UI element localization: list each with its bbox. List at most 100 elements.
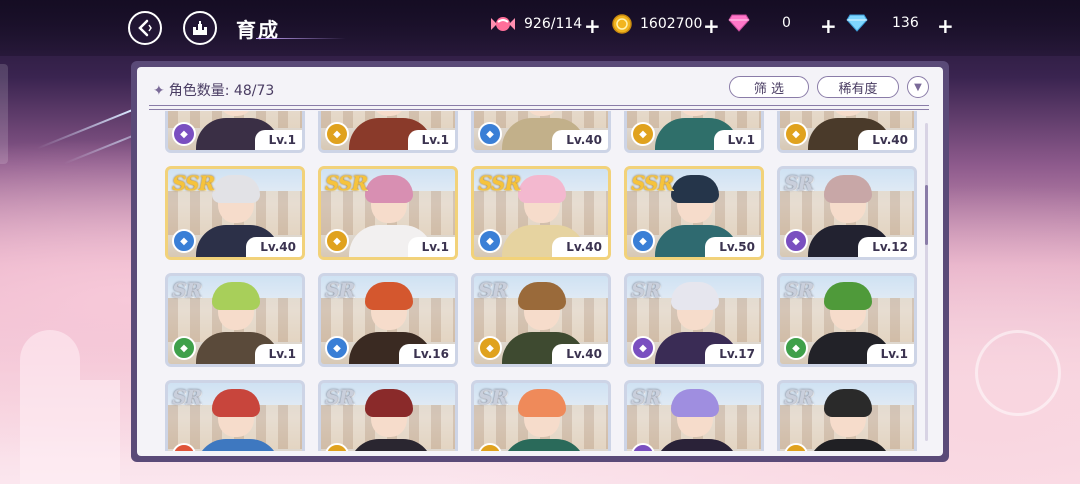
blue-gem-counter: 136 [846,14,919,32]
level-label: Lv.16 [399,344,455,364]
home-button[interactable] [183,11,217,45]
green-element-icon: ◆ [172,336,196,360]
character-card[interactable]: ◆ Lv.40 [471,111,611,153]
character-card[interactable]: SSR ◆ Lv.50 [624,166,764,260]
blue-element-icon: ◆ [478,229,502,253]
sparkle-icon: ✦ [153,83,165,99]
rarity-badge: SR [784,171,814,195]
level-label: Lv.17 [705,344,761,364]
rarity-badge: SR [172,278,202,302]
blue-gem-value: 136 [892,15,919,31]
coin-add-button[interactable]: + [703,14,720,38]
character-count-label: 角色数量: [168,83,230,99]
level-label: Lv.50 [705,237,761,257]
coin-counter: 1602700 [612,14,702,34]
gold-element-icon: ◆ [325,122,349,146]
character-count-value: 48/73 [233,83,275,99]
candy-value: 926/114 [524,16,583,32]
level-label: Lv.1 [254,344,302,364]
coin-icon [612,14,632,34]
character-panel: ✦ 角色数量: 48/73 筛 选 稀有度 ▼ ◆ Lv.1 ◆ Lv.1 ◆ Lv.40 ◆… [131,61,949,462]
blue-element-icon: ◆ [478,122,502,146]
blue-element-icon: ◆ [631,229,655,253]
character-card[interactable]: SR◆ [318,380,458,451]
level-label: Lv.1 [713,130,761,150]
character-card[interactable]: SR ◆ Lv.40 [471,273,611,367]
character-hair [824,282,872,310]
rarity-badge: SR [784,278,814,302]
character-card[interactable]: SR◆ [471,380,611,451]
rarity-badge: SR [631,385,661,409]
gold-element-icon: ◆ [478,336,502,360]
character-hair [212,282,260,310]
character-grid: ◆ Lv.1 ◆ Lv.1 ◆ Lv.40 ◆ Lv.1 ◆ Lv.40 SSR ◆ Lv.40 SSR ◆… [165,111,917,451]
blue-element-icon: ◆ [325,336,349,360]
gold-element-icon: ◆ [631,122,655,146]
green-element-icon: ◆ [784,336,808,360]
character-card[interactable]: ◆ Lv.1 [165,111,305,153]
rarity-badge: SR [325,278,355,302]
castle-icon [193,21,207,35]
ferris-wheel-silhouette [975,330,1061,416]
blue-element-icon: ◆ [172,229,196,253]
rarity-badge: SSR [325,171,368,195]
level-label: Lv.1 [407,237,455,257]
character-hair [365,175,413,203]
level-label: Lv.40 [552,237,608,257]
sort-order-button[interactable]: ▼ [907,76,929,98]
purple-element-icon: ◆ [784,229,808,253]
character-hair [824,389,872,417]
character-card[interactable]: SSR ◆ Lv.40 [165,166,305,260]
back-button[interactable] [128,11,162,45]
side-handle [0,64,8,164]
character-hair [365,282,413,310]
character-card[interactable]: SR ◆ Lv.16 [318,273,458,367]
character-hair [518,175,566,203]
character-card[interactable]: SR◆ [165,380,305,451]
character-hair [212,175,260,203]
character-panel-inner: ✦ 角色数量: 48/73 筛 选 稀有度 ▼ ◆ Lv.1 ◆ Lv.1 ◆ Lv.40 ◆… [137,67,943,456]
gold-element-icon: ◆ [325,229,349,253]
character-hair [824,175,872,203]
character-hair [671,282,719,310]
header-divider [149,105,929,110]
character-card[interactable]: SSR ◆ Lv.1 [318,166,458,260]
gold-element-icon: ◆ [784,122,808,146]
rarity-badge: SSR [631,171,674,195]
scrollbar-thumb[interactable] [925,185,928,245]
coin-value: 1602700 [640,16,703,32]
rarity-badge: SR [478,278,508,302]
filter-button[interactable]: 筛 选 [729,76,809,98]
pink-gem-counter: 0 [728,14,791,32]
rarity-badge: SR [325,385,355,409]
title-decoration [256,38,346,39]
blue-gem-add-button[interactable]: + [937,14,954,38]
blue-diamond-icon [846,14,868,32]
purple-element-icon: ◆ [172,122,196,146]
level-label: Lv.40 [552,130,608,150]
character-card[interactable]: SSR ◆ Lv.40 [471,166,611,260]
character-grid-viewport[interactable]: ◆ Lv.1 ◆ Lv.1 ◆ Lv.40 ◆ Lv.1 ◆ Lv.40 SSR ◆ Lv.40 SSR ◆… [165,111,921,451]
character-hair [518,282,566,310]
character-card[interactable]: SR◆ [777,380,917,451]
scrollbar-track[interactable] [925,123,928,441]
character-card[interactable]: ◆ Lv.40 [777,111,917,153]
character-card[interactable]: ◆ Lv.1 [624,111,764,153]
candy-add-button[interactable]: + [584,14,601,38]
character-card[interactable]: SR◆ [624,380,764,451]
character-card[interactable]: ◆ Lv.1 [318,111,458,153]
sort-rarity-button[interactable]: 稀有度 [817,76,899,98]
level-label: Lv.1 [254,130,302,150]
character-card[interactable]: SR ◆ Lv.1 [777,273,917,367]
character-card[interactable]: SR ◆ Lv.12 [777,166,917,260]
purple-element-icon: ◆ [631,336,655,360]
character-hair [671,389,719,417]
character-hair [212,389,260,417]
character-count: ✦ 角色数量: 48/73 [153,80,274,100]
rarity-badge: SR [784,385,814,409]
character-card[interactable]: SR ◆ Lv.1 [165,273,305,367]
level-label: Lv.12 [858,237,914,257]
pink-gem-add-button[interactable]: + [820,14,837,38]
character-card[interactable]: SR ◆ Lv.17 [624,273,764,367]
level-label: Lv.40 [552,344,608,364]
